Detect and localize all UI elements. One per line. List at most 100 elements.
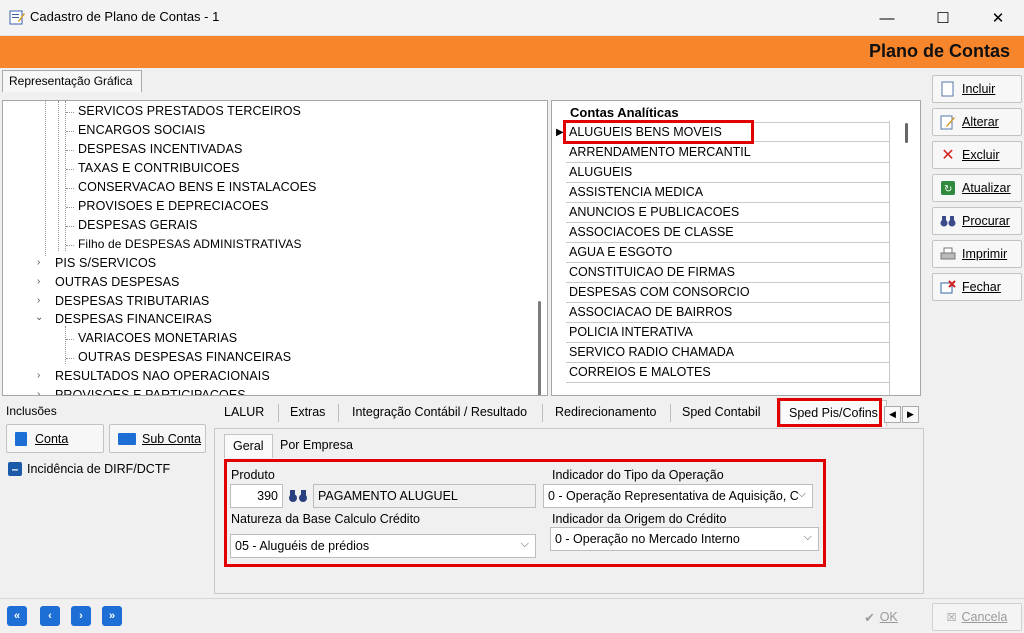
tree-node[interactable]: TAXAS E CONTRIBUICOES xyxy=(78,161,240,175)
tree-node[interactable]: DESPESAS TRIBUTARIAS xyxy=(55,294,209,308)
tree-node[interactable]: DESPESAS INCENTIVADAS xyxy=(78,142,242,156)
tree-connector xyxy=(65,101,66,251)
alterar-label: Alterar xyxy=(962,115,999,129)
svg-text:↻: ↻ xyxy=(944,184,952,195)
page-header: Plano de Contas xyxy=(0,36,1024,68)
tab-scroll-left-icon[interactable]: ◀ xyxy=(884,406,901,423)
tree-node[interactable]: DESPESAS FINANCEIRAS xyxy=(55,312,212,326)
subtab-por-empresa[interactable]: Por Empresa xyxy=(272,434,361,458)
grid-row[interactable]: DESPESAS COM CONSORCIO xyxy=(566,283,890,303)
excluir-button[interactable]: ✕ Excluir xyxy=(932,141,1022,169)
sub-conta-button[interactable]: Sub Conta xyxy=(109,424,206,453)
chevron-right-icon[interactable]: › xyxy=(37,370,40,381)
fechar-button[interactable]: Fechar xyxy=(932,273,1022,301)
tree-connector xyxy=(66,207,74,208)
previous-record-icon[interactable]: ‹ xyxy=(40,606,60,626)
grid-divider xyxy=(889,121,890,395)
grid-row[interactable]: CONSTITUICAO DE FIRMAS xyxy=(566,263,890,283)
printer-icon xyxy=(939,245,957,263)
atualizar-button[interactable]: ↻ Atualizar xyxy=(932,174,1022,202)
delete-icon: ✕ xyxy=(941,147,955,164)
next-record-icon[interactable]: › xyxy=(71,606,91,626)
tree-node[interactable]: PROVISOES E PARTICIPACOES xyxy=(55,388,246,395)
tree-connector xyxy=(66,226,74,227)
tree-node[interactable]: VARIACOES MONETARIAS xyxy=(78,331,237,345)
grid-row[interactable]: ANUNCIOS E PUBLICACOES xyxy=(566,203,890,223)
edit-icon xyxy=(939,113,957,131)
tree-connector xyxy=(66,169,74,170)
tree-node[interactable]: OUTRAS DESPESAS FINANCEIRAS xyxy=(78,350,291,364)
tree-connector xyxy=(66,112,74,113)
imprimir-button[interactable]: Imprimir xyxy=(932,240,1022,268)
window-title: Cadastro de Plano de Contas - 1 xyxy=(30,9,220,24)
excluir-label: Excluir xyxy=(962,148,1000,162)
fechar-label: Fechar xyxy=(962,280,1001,294)
chevron-right-icon[interactable]: › xyxy=(37,295,40,306)
document-icon xyxy=(939,80,957,98)
tree-node[interactable]: RESULTADOS NAO OPERACIONAIS xyxy=(55,369,270,383)
add-subconta-icon xyxy=(118,432,136,445)
grid-row[interactable]: ARRENDAMENTO MERCANTIL xyxy=(566,143,890,163)
close-window-button[interactable]: ✕ xyxy=(975,0,1021,36)
subtab-geral[interactable]: Geral xyxy=(224,434,273,458)
grid-scrollbar[interactable] xyxy=(905,123,908,143)
tree-node[interactable]: ENCARGOS SOCIAIS xyxy=(78,123,205,137)
tree-node[interactable]: DESPESAS GERAIS xyxy=(78,218,198,232)
tree-connector xyxy=(58,101,59,251)
tree-connector xyxy=(66,245,74,246)
chevron-right-icon[interactable]: › xyxy=(37,257,40,268)
cancela-label: Cancela xyxy=(961,610,1008,624)
tree-node[interactable]: PIS S/SERVICOS xyxy=(55,256,156,270)
procurar-button[interactable]: Procurar xyxy=(932,207,1022,235)
chevron-right-icon[interactable]: › xyxy=(37,389,40,395)
title-bar: Cadastro de Plano de Contas - 1 — ☐ ✕ xyxy=(0,0,1024,36)
tree-connector xyxy=(66,358,74,359)
last-record-icon[interactable]: » xyxy=(102,606,122,626)
alterar-button[interactable]: Alterar xyxy=(932,108,1022,136)
grid-row[interactable]: ASSOCIACOES DE CLASSE xyxy=(566,223,890,243)
grid-row[interactable]: ALUGUEIS xyxy=(566,163,890,183)
tab-separator xyxy=(278,404,279,422)
grid-row[interactable]: SERVICO RADIO CHAMADA xyxy=(566,343,890,363)
incluir-button[interactable]: Incluir xyxy=(932,75,1022,103)
grid-row[interactable]: ASSOCIACAO DE BAIRROS xyxy=(566,303,890,323)
tab-integracao[interactable]: Integração Contábil / Resultado xyxy=(344,400,535,426)
tab-redirecionamento[interactable]: Redirecionamento xyxy=(547,400,664,426)
tree-scrollbar[interactable] xyxy=(538,301,541,395)
tree-node[interactable]: OUTRAS DESPESAS xyxy=(55,275,179,289)
accounts-grid[interactable]: Contas Analíticas ▶ ALUGUEIS BENS MOVEIS… xyxy=(551,100,921,396)
tree-node[interactable]: PROVISOES E DEPRECIACOES xyxy=(78,199,269,213)
dirf-checkbox[interactable]: – Incidência de DIRF/DCTF xyxy=(8,462,170,476)
grid-row[interactable]: CORREIOS E MALOTES xyxy=(566,363,890,383)
tab-lalur[interactable]: LALUR xyxy=(216,400,272,426)
inclusoes-title: Inclusões xyxy=(6,404,57,418)
account-tree[interactable]: SERVICOS PRESTADOS TERCEIROS ENCARGOS SO… xyxy=(2,100,548,396)
dirf-label: Incidência de DIRF/DCTF xyxy=(27,462,171,476)
maximize-button[interactable]: ☐ xyxy=(920,0,966,36)
tab-extras[interactable]: Extras xyxy=(282,400,333,426)
ok-button[interactable]: ✔ OK xyxy=(836,603,926,631)
tab-sped-contabil[interactable]: Sped Contabil xyxy=(674,400,769,426)
cancel-icon: ☒ xyxy=(946,611,957,624)
grid-row[interactable]: AGUA E ESGOTO xyxy=(566,243,890,263)
chevron-down-icon[interactable]: ⌄ xyxy=(35,312,43,323)
tree-node[interactable]: CONSERVACAO BENS E INSTALACOES xyxy=(78,180,316,194)
checkbox-indeterminate-icon: – xyxy=(8,462,22,476)
tab-separator xyxy=(542,404,543,422)
minimize-button[interactable]: — xyxy=(864,0,910,36)
tab-scroll-right-icon[interactable]: ▶ xyxy=(902,406,919,423)
refresh-icon: ↻ xyxy=(939,179,957,197)
cancela-button[interactable]: ☒ Cancela xyxy=(932,603,1022,631)
tree-connector xyxy=(66,339,74,340)
chevron-right-icon[interactable]: › xyxy=(37,276,40,287)
highlight-box xyxy=(777,398,882,427)
tree-node[interactable]: SERVICOS PRESTADOS TERCEIROS xyxy=(78,104,301,118)
checkmark-icon: ✔ xyxy=(864,610,875,625)
tab-representacao-grafica[interactable]: Representação Gráfica xyxy=(2,70,142,92)
tree-connector xyxy=(66,150,74,151)
first-record-icon[interactable]: « xyxy=(7,606,27,626)
grid-row[interactable]: POLICIA INTERATIVA xyxy=(566,323,890,343)
conta-button[interactable]: Conta xyxy=(6,424,104,453)
tree-node[interactable]: Filho de DESPESAS ADMINISTRATIVAS xyxy=(78,237,302,251)
grid-row[interactable]: ASSISTENCIA MEDICA xyxy=(566,183,890,203)
